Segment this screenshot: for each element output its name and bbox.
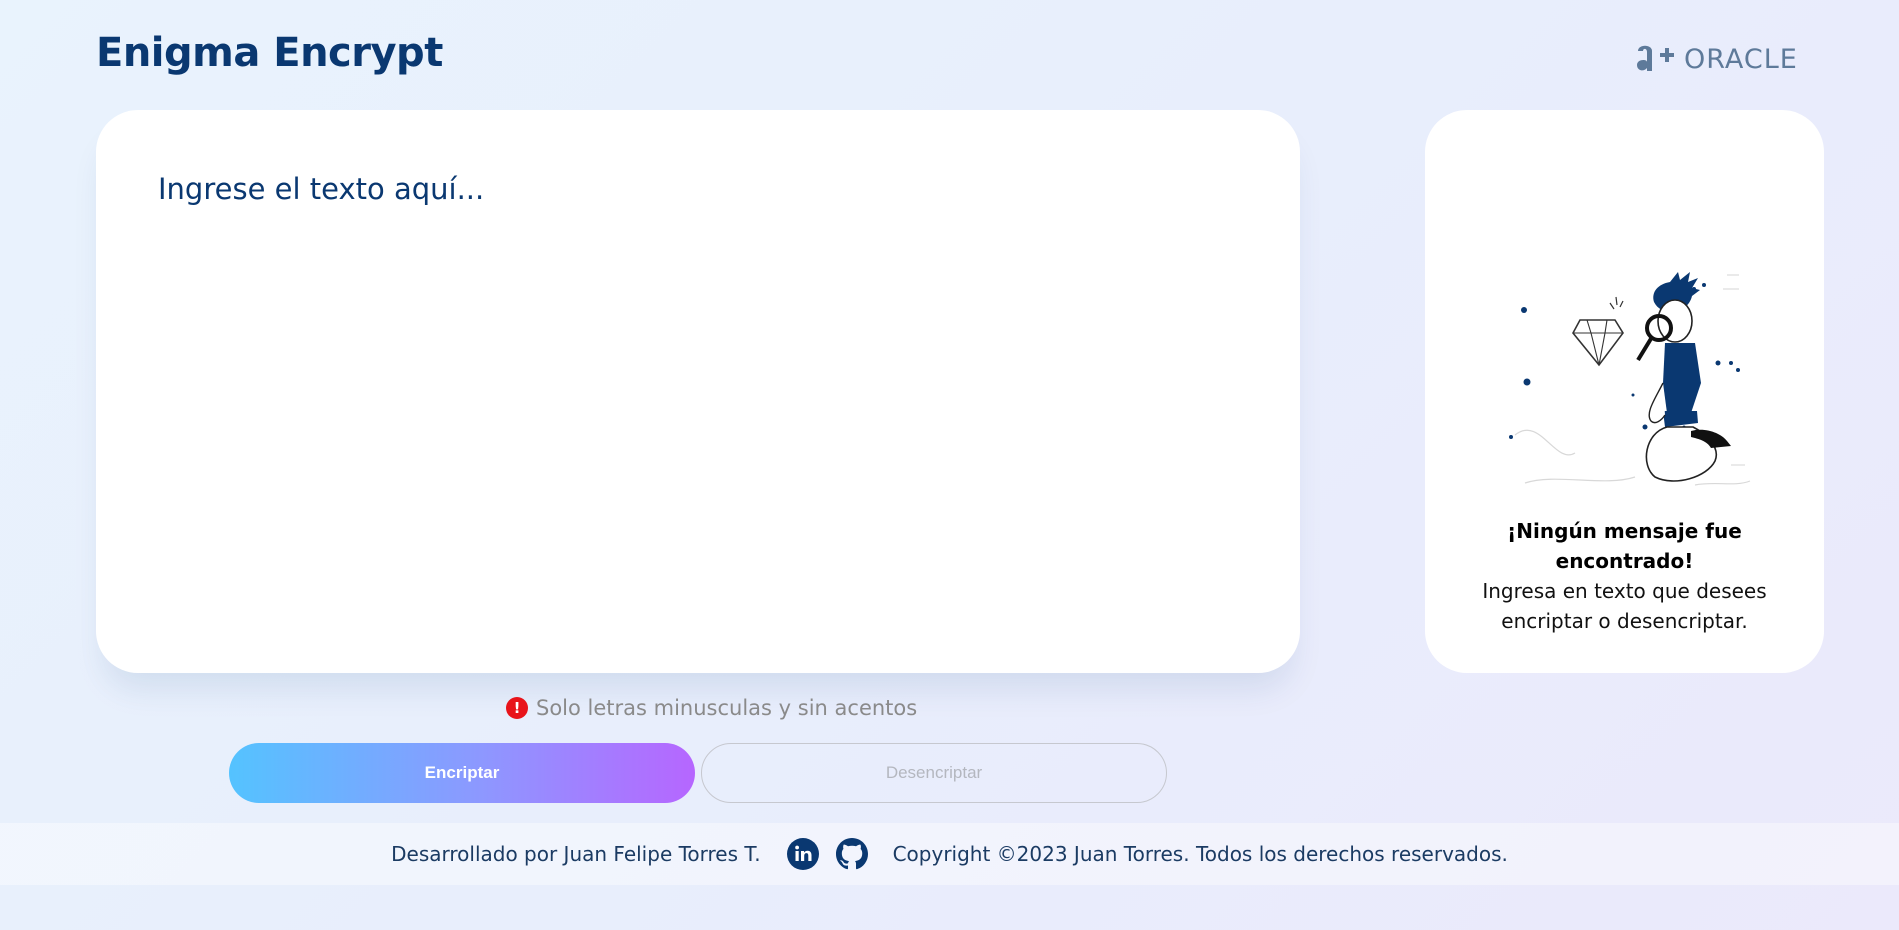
brand-logo-text: ORACLE bbox=[1684, 43, 1798, 75]
footer: Desarrollado por Juan Felipe Torres T. C… bbox=[0, 823, 1899, 885]
linkedin-icon[interactable] bbox=[786, 838, 819, 870]
alura-oracle-logo-icon bbox=[1637, 45, 1674, 71]
warning-text: Solo letras minusculas y sin acentos bbox=[536, 696, 918, 720]
github-icon[interactable] bbox=[835, 838, 868, 870]
input-card bbox=[96, 110, 1300, 673]
text-input[interactable] bbox=[158, 172, 1238, 632]
footer-copyright: Copyright ©2023 Juan Torres. Todos los d… bbox=[892, 842, 1508, 866]
footer-credit: Desarrollado por Juan Felipe Torres T. bbox=[391, 842, 761, 866]
output-card: ¡Ningún mensaje fue encontrado! Ingresa … bbox=[1425, 110, 1824, 673]
exclamation-circle-icon: ! bbox=[506, 697, 528, 719]
person-with-magnifier-illustration bbox=[1509, 272, 1751, 486]
app-title: Enigma Encrypt bbox=[96, 30, 443, 76]
input-warning: ! Solo letras minusculas y sin acentos bbox=[506, 695, 917, 721]
brand-logo: ORACLE bbox=[1634, 40, 1824, 78]
encrypt-button[interactable]: Encriptar bbox=[229, 743, 695, 803]
no-message-description: Ingresa en texto que desees encriptar o … bbox=[1482, 579, 1767, 633]
decrypt-button[interactable]: Desencriptar bbox=[701, 743, 1167, 803]
no-message-title: ¡Ningún mensaje fue encontrado! bbox=[1507, 519, 1742, 573]
